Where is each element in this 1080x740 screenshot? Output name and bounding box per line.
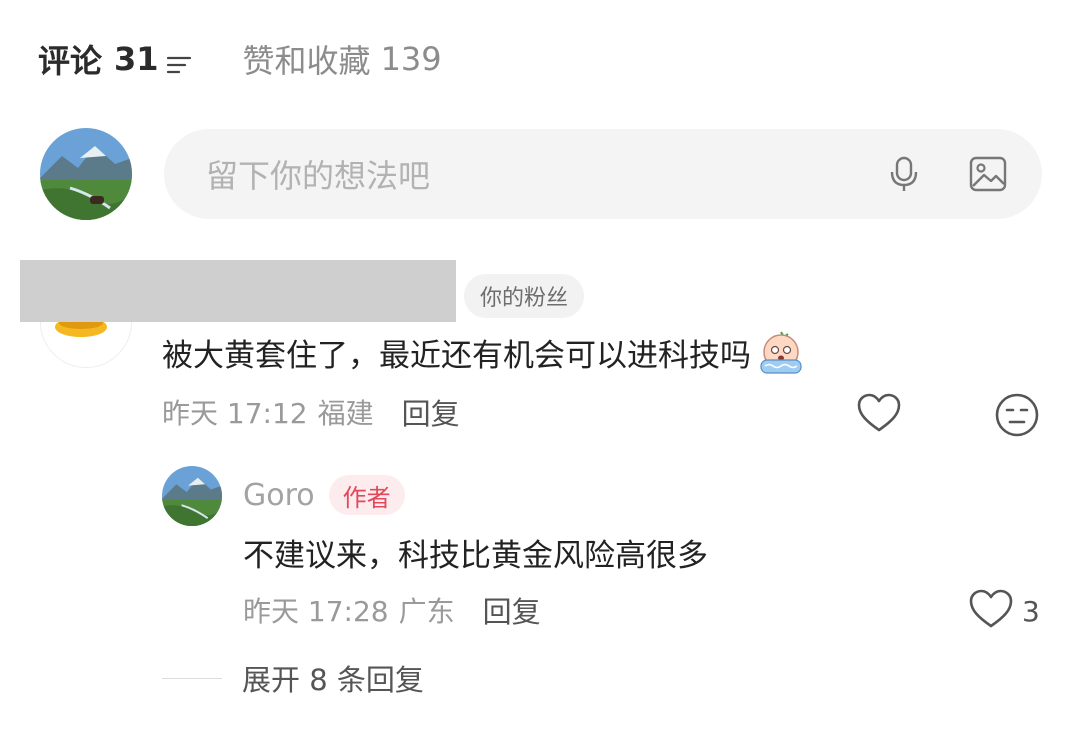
comment-composer: 留下你的想法吧 [40, 128, 1042, 220]
reply-time: 昨天 17:28 [243, 595, 389, 628]
tab-comments[interactable]: 评论 31 [38, 36, 193, 82]
reply-meta: 昨天 17:28 广东 回复 [243, 590, 541, 630]
reply-like-button[interactable]: 3 [968, 588, 1040, 634]
image-icon[interactable] [968, 154, 1008, 194]
tab-likes-and-favorites[interactable]: 赞和收藏 139 [243, 36, 442, 82]
heart-icon [968, 588, 1014, 634]
microphone-icon[interactable] [884, 154, 924, 194]
crying-face-emoji [757, 328, 805, 376]
author-badge: 作者 [328, 475, 405, 515]
reply-like-count: 3 [1022, 594, 1040, 628]
divider-line [162, 677, 222, 679]
comment-location: 福建 [317, 397, 374, 430]
neutral-face-icon[interactable] [994, 392, 1040, 438]
reply-button[interactable]: 回复 [402, 391, 460, 433]
expand-replies-label: 展开 8 条回复 [242, 663, 424, 697]
reply-to-reply-button[interactable]: 回复 [483, 589, 541, 631]
comment-text[interactable]: 被大黄套住了，最近还有机会可以进科技吗 [162, 328, 805, 376]
reply-text[interactable]: 不建议来，科技比黄金风险高很多 [243, 530, 708, 575]
author-avatar[interactable] [162, 466, 222, 526]
tab-comments-label: 评论 [38, 42, 103, 80]
comment-input-placeholder: 留下你的想法吧 [206, 157, 431, 195]
sort-lines-icon[interactable] [165, 47, 193, 74]
tab-comments-count: 31 [114, 40, 159, 78]
tab-likes-label: 赞和收藏 [242, 42, 371, 80]
redacted-username [20, 260, 456, 322]
reply-location: 广东 [398, 595, 455, 628]
heart-icon[interactable] [856, 392, 902, 434]
reply-author: Goro 作者 [243, 474, 405, 516]
my-avatar[interactable] [40, 128, 132, 220]
expand-replies[interactable]: 展开 8 条回复 [162, 658, 424, 698]
comment-text-content: 被大黄套住了，最近还有机会可以进科技吗 [162, 337, 751, 374]
tab-likes-count: 139 [380, 40, 442, 78]
comment-input[interactable]: 留下你的想法吧 [164, 129, 1042, 219]
comment-time: 昨天 17:12 [162, 397, 308, 430]
reply-author-name[interactable]: Goro [243, 478, 315, 513]
comment-tabs: 评论 31 赞和收藏 139 [38, 36, 442, 82]
fan-badge: 你的粉丝 [464, 274, 585, 318]
comment-meta: 昨天 17:12 福建 回复 [162, 392, 460, 432]
